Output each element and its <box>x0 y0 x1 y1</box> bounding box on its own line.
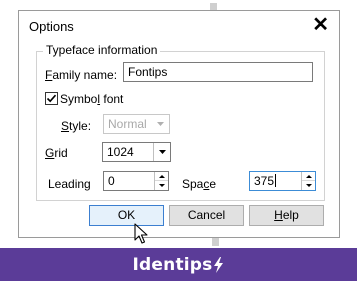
options-dialog: Options ✕ Typeface information Family na… <box>18 10 340 238</box>
leading-label: Leading <box>48 177 91 191</box>
lightning-bolt-icon <box>214 256 224 273</box>
cancel-button[interactable]: Cancel <box>169 205 244 226</box>
symbol-font-checkbox[interactable] <box>45 92 58 105</box>
text-caret <box>275 174 277 187</box>
close-button[interactable]: ✕ <box>312 13 329 37</box>
style-label-rest: tyle: <box>69 119 92 133</box>
style-label-mnemonic: S <box>61 119 70 133</box>
family-name-label-rest: amily name: <box>52 68 118 82</box>
brand-banner: Identips <box>0 248 357 281</box>
symbol-font-label: Symbol font <box>60 92 123 106</box>
leading-spinbox[interactable]: 0 <box>103 171 169 191</box>
style-select[interactable]: Normal <box>103 114 170 134</box>
space-label-part1: Spa <box>182 177 204 191</box>
style-select-value: Normal <box>108 117 147 131</box>
help-button[interactable]: Help <box>249 205 324 226</box>
spin-down-icon[interactable] <box>155 181 168 190</box>
space-label-part2: e <box>209 177 217 191</box>
grid-select[interactable]: 1024 <box>102 142 171 162</box>
symbol-font-label-part1: Symbo <box>60 92 98 106</box>
group-label: Typeface information <box>43 43 161 57</box>
style-label: Style: <box>61 119 91 133</box>
chevron-down-icon[interactable] <box>153 143 170 161</box>
space-label: Space <box>182 177 216 191</box>
checkmark-icon <box>46 94 57 103</box>
grid-select-value: 1024 <box>107 145 134 159</box>
brand-name: Identips <box>132 254 213 275</box>
grid-label-rest: rid <box>54 146 68 160</box>
space-spinner[interactable] <box>301 172 315 190</box>
help-button-rest: elp <box>282 208 299 222</box>
chevron-down-icon <box>152 115 169 133</box>
mouse-pointer-icon <box>134 223 148 244</box>
grid-label: Grid <box>45 146 68 160</box>
family-name-label: Family name: <box>45 68 117 82</box>
space-spinbox[interactable]: 375 <box>249 171 316 191</box>
leading-spinner[interactable] <box>154 172 168 190</box>
leading-value: 0 <box>108 174 115 188</box>
resize-handle-bottom <box>212 238 219 246</box>
dialog-title: Options <box>29 19 74 34</box>
spin-down-icon[interactable] <box>302 181 315 190</box>
help-button-mnemonic: H <box>274 208 283 222</box>
family-name-input[interactable]: Fontips <box>123 62 313 82</box>
space-value: 375 <box>254 174 275 188</box>
grid-label-mnemonic: G <box>45 146 55 160</box>
ok-button[interactable]: OK <box>89 205 164 226</box>
spin-up-icon[interactable] <box>302 172 315 181</box>
spin-up-icon[interactable] <box>155 172 168 181</box>
symbol-font-label-part2: font <box>100 92 124 106</box>
